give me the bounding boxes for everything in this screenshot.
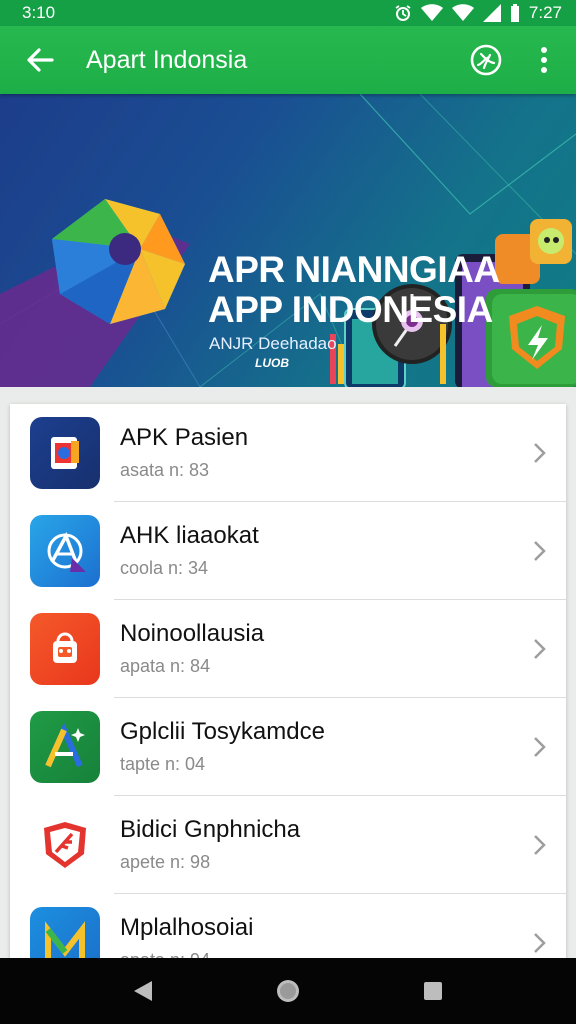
- chevron-right-icon: [520, 442, 560, 464]
- nav-back-button[interactable]: [118, 966, 168, 1016]
- alarm-icon: [394, 4, 412, 22]
- banner-title: APR NIANNGIAA APP INDONESIA: [208, 250, 500, 330]
- chevron-right-icon: [520, 540, 560, 562]
- red-shield-app-icon: [30, 809, 100, 881]
- app-title: Mplalhosoiai: [120, 914, 254, 941]
- letter-a-app-icon: [30, 711, 100, 783]
- android-bag-app-icon: [30, 613, 100, 685]
- app-subtitle: apata n: 84: [120, 656, 211, 676]
- more-vert-icon: [541, 47, 547, 73]
- triangle-back-icon: [133, 981, 152, 1001]
- list-item[interactable]: Gplclii Tosykamdce tapte n: 04: [10, 698, 566, 796]
- app-title: Bidici Gnphnicha: [120, 816, 301, 843]
- wifi-icon: [420, 4, 443, 22]
- app-title: AHK liaaokat: [120, 522, 259, 549]
- more-options-button[interactable]: [524, 40, 564, 80]
- system-nav-bar: [0, 958, 576, 1024]
- app-subtitle: coola n: 34: [120, 558, 209, 578]
- status-icons: 7:27: [394, 3, 562, 23]
- banner-title-line2: APP INDONESIA: [208, 289, 493, 330]
- nav-recents-button[interactable]: [408, 966, 458, 1016]
- app-subtitle: apete n: 98: [120, 852, 211, 872]
- back-button[interactable]: [20, 40, 60, 80]
- list-item[interactable]: Noinoollausia apata n: 84: [10, 600, 566, 698]
- compass-app-icon: [30, 515, 100, 587]
- square-recents-icon: [424, 982, 443, 1000]
- share-button[interactable]: [466, 40, 506, 80]
- banner-logo-text: LUOB: [255, 356, 289, 370]
- app-list: APK Pasien asata n: 83 AHK liaaokat cool…: [10, 404, 566, 974]
- status-bar: 3:10 7:27: [0, 0, 576, 26]
- circle-home-icon: [276, 980, 299, 1002]
- battery-icon: [510, 4, 520, 22]
- arrow-left-icon: [27, 48, 54, 72]
- chevron-right-icon: [520, 932, 560, 954]
- list-item[interactable]: APK Pasien asata n: 83: [10, 404, 566, 502]
- app-title: Gplclii Tosykamdce: [120, 718, 325, 745]
- page-title: Apart Indonsia: [86, 45, 248, 74]
- nav-home-button[interactable]: [263, 966, 313, 1016]
- chevron-right-icon: [520, 834, 560, 856]
- app-title: APK Pasien: [120, 424, 249, 451]
- list-item[interactable]: Bidici Gnphnicha apete n: 98: [10, 796, 566, 894]
- banner-subtitle: ANJR Deehadao: [209, 334, 337, 353]
- chevron-right-icon: [520, 638, 560, 660]
- promo-banner[interactable]: APR NIANNGIAA APP INDONESIA ANJR Deehada…: [0, 94, 576, 387]
- document-app-icon: [30, 417, 100, 489]
- app-toolbar: Apart Indonsia: [0, 26, 576, 94]
- chevron-right-icon: [520, 736, 560, 758]
- signal-icon: [482, 4, 501, 22]
- app-subtitle: asata n: 83: [120, 460, 210, 480]
- status-time-left: 3:10: [22, 3, 56, 22]
- list-item[interactable]: AHK liaaokat coola n: 34: [10, 502, 566, 600]
- status-time-right: 7:27: [528, 3, 562, 22]
- app-subtitle: tapte n: 04: [120, 754, 206, 774]
- banner-title-line1: APR NIANNGIAA: [208, 249, 500, 290]
- app-title: Noinoollausia: [120, 620, 265, 647]
- wifi-icon-2: [451, 4, 474, 22]
- share-circle-icon: [470, 44, 502, 76]
